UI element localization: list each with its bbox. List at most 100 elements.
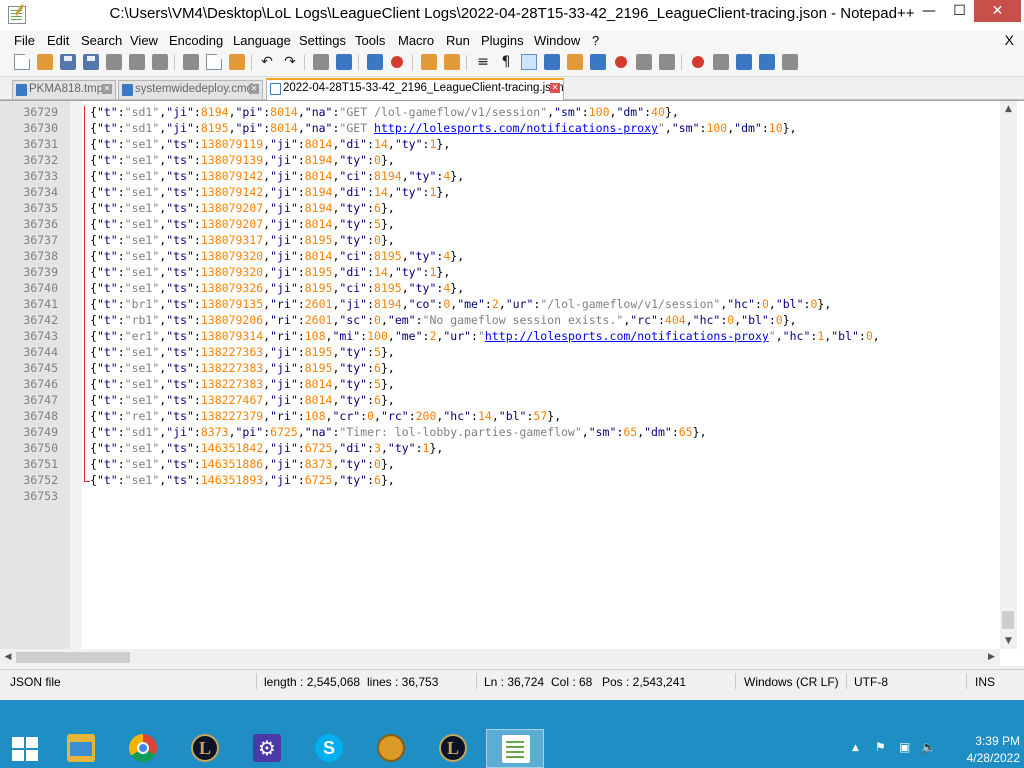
code-line[interactable]: {"t":"se1","ts":138227363,"ji":8195,"ty"…: [90, 345, 395, 359]
menu-view[interactable]: View: [130, 33, 158, 48]
sync-vertical-icon[interactable]: [421, 54, 437, 70]
zoom-in-icon[interactable]: [367, 54, 383, 70]
menu-language[interactable]: Language: [233, 33, 291, 48]
taskbar-settings[interactable]: ⚙: [238, 729, 296, 768]
vertical-scroll-thumb[interactable]: [1002, 611, 1014, 629]
code-line[interactable]: {"t":"se1","ts":138079207,"ji":8014,"ty"…: [90, 217, 395, 231]
code-line[interactable]: {"t":"rb1","ts":138079206,"ri":2601,"sc"…: [90, 313, 797, 327]
eye-icon[interactable]: [659, 54, 675, 70]
menu-encoding[interactable]: Encoding: [169, 33, 223, 48]
document-map-icon[interactable]: [567, 54, 583, 70]
taskbar-league-of-legends[interactable]: L: [424, 729, 482, 768]
show-all-characters-icon[interactable]: ¶: [498, 54, 514, 70]
redo-icon[interactable]: ↷: [282, 54, 298, 70]
horizontal-scroll-thumb[interactable]: [16, 652, 130, 663]
code-line[interactable]: {"t":"se1","ts":138227383,"ji":8195,"ty"…: [90, 361, 395, 375]
run-macro-multiple-icon[interactable]: [759, 54, 775, 70]
menu-settings[interactable]: Settings: [299, 33, 346, 48]
code-line[interactable]: {"t":"se1","ts":138227383,"ji":8014,"ty"…: [90, 377, 395, 391]
record-macro-icon[interactable]: [692, 56, 704, 68]
replace-icon[interactable]: [336, 54, 352, 70]
code-line[interactable]: {"t":"er1","ts":138079314,"ri":108,"mi":…: [90, 329, 880, 343]
undo-icon[interactable]: ↶: [259, 54, 275, 70]
menu-file[interactable]: File: [14, 33, 35, 48]
code-line[interactable]: {"t":"se1","ts":138079320,"ji":8195,"di"…: [90, 265, 450, 279]
new-file-icon[interactable]: [14, 54, 30, 70]
code-line[interactable]: {"t":"se1","ts":138079139,"ji":8194,"ty"…: [90, 153, 395, 167]
menu-search[interactable]: Search: [81, 33, 122, 48]
language-icon[interactable]: [544, 54, 560, 70]
volume-icon[interactable]: 🔈: [921, 740, 936, 754]
code-line[interactable]: {"t":"se1","ts":146351893,"ji":6725,"ty"…: [90, 473, 395, 487]
status-eol[interactable]: Windows (CR LF): [744, 675, 839, 689]
cut-icon[interactable]: [183, 54, 199, 70]
code-line[interactable]: {"t":"se1","ts":146351842,"ji":6725,"di"…: [90, 441, 443, 455]
menu-window[interactable]: Window: [534, 33, 580, 48]
status-encoding[interactable]: UTF-8: [854, 675, 888, 689]
close-document-button[interactable]: X: [1005, 32, 1014, 48]
code-line[interactable]: {"t":"sd1","ji":8373,"pi":6725,"na":"Tim…: [90, 425, 707, 439]
start-button[interactable]: [12, 737, 38, 761]
save-icon[interactable]: [60, 54, 76, 70]
taskbar-app[interactable]: [362, 729, 420, 768]
tab-leagueclient-tracing[interactable]: 2022-04-28T15-33-42_2196_LeagueClient-tr…: [266, 78, 564, 100]
vertical-scrollbar[interactable]: ▲ ▼: [1000, 101, 1017, 649]
zoom-out-icon[interactable]: [391, 56, 403, 68]
status-insert-mode[interactable]: INS: [975, 675, 995, 689]
code-line[interactable]: {"t":"se1","ts":138079317,"ji":8195,"ty"…: [90, 233, 395, 247]
network-icon[interactable]: ▣: [899, 740, 910, 754]
tab-close-icon[interactable]: ✕: [102, 84, 112, 94]
code-line[interactable]: {"t":"se1","ts":138079142,"ji":8194,"di"…: [90, 185, 450, 199]
save-macro-icon[interactable]: [782, 54, 798, 70]
editor-area[interactable]: 36729 36730 36731 36732 36733 36734 36735 36736…: [0, 100, 1024, 666]
taskbar-chrome[interactable]: [114, 729, 172, 768]
menu-macro[interactable]: Macro: [398, 33, 434, 48]
scroll-left-icon[interactable]: ◀: [0, 649, 16, 666]
code-line[interactable]: {"t":"se1","ts":138079142,"ji":8014,"ci"…: [90, 169, 464, 183]
taskbar-league-client[interactable]: L: [176, 729, 234, 768]
action-center-flag-icon[interactable]: ⚑: [875, 740, 886, 754]
menu-tools[interactable]: Tools: [355, 33, 385, 48]
system-clock[interactable]: 3:39 PM 4/28/2022: [940, 733, 1020, 767]
find-icon[interactable]: [313, 54, 329, 70]
minimize-button[interactable]: —: [912, 0, 946, 22]
menu-plugins[interactable]: Plugins: [481, 33, 524, 48]
code-line[interactable]: {"t":"se1","ts":138079207,"ji":8194,"ty"…: [90, 201, 395, 215]
scroll-down-icon[interactable]: ▼: [1000, 633, 1017, 649]
code-text[interactable]: {"t":"sd1","ji":8194,"pi":8014,"na":"GET…: [90, 101, 1000, 649]
save-all-icon[interactable]: [83, 54, 99, 70]
indent-guide-icon[interactable]: [521, 54, 537, 70]
stop-macro-icon[interactable]: [713, 54, 729, 70]
code-line[interactable]: {"t":"se1","ts":146351886,"ji":8373,"ty"…: [90, 457, 395, 471]
show-hidden-icons-chevron[interactable]: ▲: [852, 743, 859, 753]
word-wrap-icon[interactable]: ≡: [475, 54, 491, 70]
tab-close-icon[interactable]: ✕: [249, 84, 259, 94]
paste-icon[interactable]: [229, 54, 245, 70]
copy-icon[interactable]: [206, 54, 222, 70]
scroll-right-icon[interactable]: ▶: [983, 649, 1000, 666]
code-line[interactable]: {"t":"se1","ts":138227467,"ji":8014,"ty"…: [90, 393, 395, 407]
scroll-up-icon[interactable]: ▲: [1000, 101, 1017, 117]
title-bar[interactable]: C:\Users\VM4\Desktop\LoL Logs\LeagueClie…: [0, 0, 1024, 31]
folder-as-workspace-icon[interactable]: [615, 56, 627, 68]
menu-help[interactable]: ?: [592, 33, 599, 48]
maximize-button[interactable]: ☐: [946, 0, 973, 22]
horizontal-scrollbar[interactable]: ◀ ▶: [0, 649, 1000, 666]
code-line[interactable]: {"t":"se1","ts":138079320,"ji":8014,"ci"…: [90, 249, 464, 263]
code-line[interactable]: {"t":"se1","ts":138079326,"ji":8195,"ci"…: [90, 281, 464, 295]
print-icon[interactable]: [152, 54, 168, 70]
code-line[interactable]: {"t":"br1","ts":138079135,"ri":2601,"ji"…: [90, 297, 831, 311]
monitoring-icon[interactable]: [636, 54, 652, 70]
code-line[interactable]: {"t":"sd1","ji":8194,"pi":8014,"na":"GET…: [90, 105, 679, 119]
code-line[interactable]: {"t":"re1","ts":138227379,"ri":108,"cr":…: [90, 409, 561, 423]
function-list-icon[interactable]: [590, 54, 606, 70]
tab-pkma818[interactable]: PKMA818.tmp ✕: [12, 80, 116, 99]
menu-run[interactable]: Run: [446, 33, 470, 48]
sync-horizontal-icon[interactable]: [444, 54, 460, 70]
menu-edit[interactable]: Edit: [47, 33, 69, 48]
code-line[interactable]: {"t":"sd1","ji":8195,"pi":8014,"na":"GET…: [90, 121, 797, 135]
fold-margin[interactable]: [70, 101, 82, 649]
open-file-icon[interactable]: [37, 54, 53, 70]
close-file-icon[interactable]: [106, 54, 122, 70]
tab-systemwidedeploy[interactable]: systemwidedeploy.cmd ✕: [118, 80, 263, 99]
